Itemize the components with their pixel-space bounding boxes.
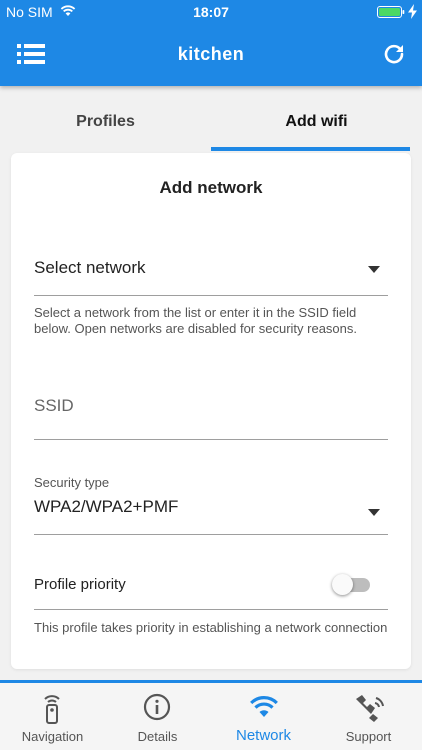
network-select[interactable]: Select network bbox=[34, 248, 388, 296]
nav-item-network[interactable]: Network bbox=[211, 683, 316, 750]
card-title: Add network bbox=[159, 178, 263, 197]
nav-label-navigation: Navigation bbox=[21, 729, 84, 744]
ssid-input[interactable] bbox=[34, 383, 388, 429]
security-type-select[interactable]: WPA2/WPA2+PMF bbox=[34, 491, 388, 531]
security-type-value: WPA2/WPA2+PMF bbox=[34, 497, 179, 516]
support-icon bbox=[356, 695, 384, 722]
tab-add-wifi[interactable]: Add wifi bbox=[211, 86, 422, 152]
battery-icon bbox=[377, 6, 405, 18]
refresh-icon bbox=[384, 44, 404, 64]
remote-icon bbox=[44, 695, 60, 724]
profile-priority-label: Profile priority bbox=[34, 576, 126, 593]
security-type-label: Security type bbox=[34, 475, 110, 490]
profile-priority-toggle[interactable] bbox=[332, 574, 374, 596]
charging-icon bbox=[408, 4, 417, 19]
nav-item-support[interactable]: Support bbox=[316, 683, 421, 750]
status-bar: No SIM 18:07 bbox=[0, 0, 422, 24]
menu-list-icon bbox=[17, 44, 45, 64]
nav-item-navigation[interactable]: Navigation bbox=[0, 683, 105, 750]
tab-profiles[interactable]: Profiles bbox=[0, 86, 211, 152]
nav-item-details[interactable]: Details bbox=[105, 683, 210, 750]
bottom-navigation: Navigation Details Network Support bbox=[0, 680, 422, 750]
profile-priority-underline bbox=[34, 609, 388, 610]
nav-label-support: Support bbox=[345, 729, 392, 744]
app-title: kitchen bbox=[177, 44, 245, 64]
refresh-button[interactable] bbox=[376, 36, 412, 72]
dropdown-arrow-icon bbox=[368, 509, 380, 516]
add-network-card: Add network Select network Select a netw… bbox=[11, 153, 411, 669]
dropdown-arrow-icon bbox=[368, 266, 380, 273]
priority-helper-text: This profile takes priority in establish… bbox=[34, 620, 388, 635]
status-time: 18:07 bbox=[193, 4, 229, 20]
tab-bar: Profiles Add wifi bbox=[0, 86, 422, 152]
ssid-underline bbox=[34, 439, 388, 440]
nav-label-details: Details bbox=[137, 729, 178, 744]
network-helper-text: Select a network from the list or enter … bbox=[34, 305, 358, 336]
network-select-value: Select network bbox=[34, 258, 146, 277]
info-icon bbox=[143, 693, 171, 721]
network-select-underline bbox=[34, 295, 388, 296]
app-header: No SIM 18:07 kitchen bbox=[0, 0, 422, 86]
active-tab-indicator bbox=[211, 147, 410, 151]
wifi-icon bbox=[250, 696, 278, 717]
toggle-thumb bbox=[332, 574, 353, 595]
nav-label-network: Network bbox=[235, 727, 291, 744]
menu-button[interactable] bbox=[10, 38, 50, 70]
security-type-underline bbox=[34, 534, 388, 535]
